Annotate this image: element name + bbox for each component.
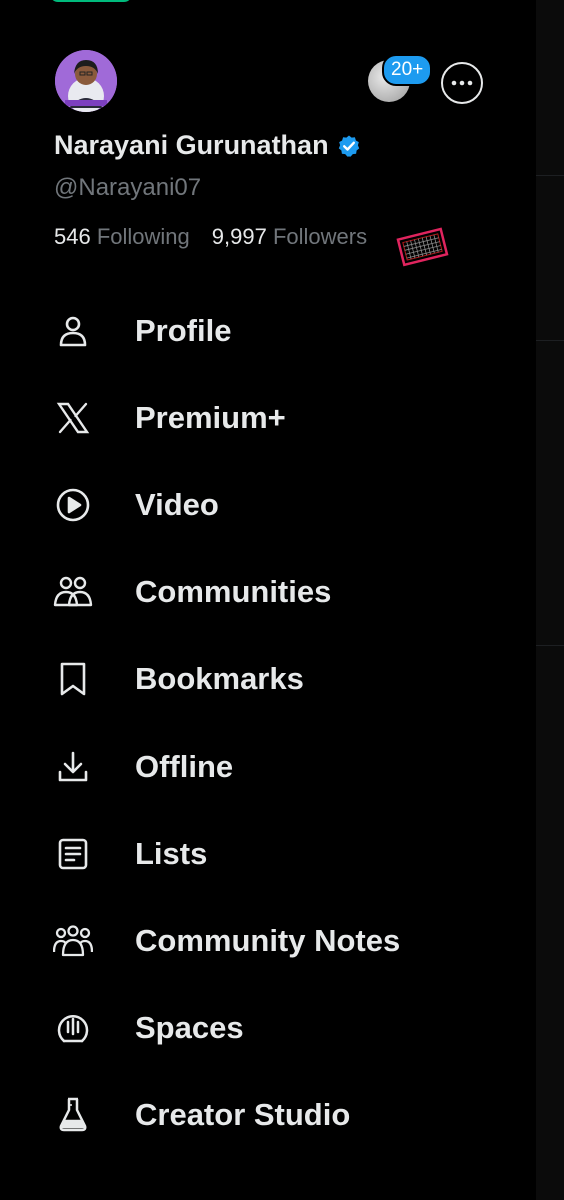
menu-label: Video — [135, 486, 219, 522]
menu-item-profile[interactable]: Profile — [0, 287, 536, 374]
menu-label: Premium+ — [135, 399, 286, 435]
navigation-menu: Profile Premium+ Video Communities Bookm… — [0, 287, 536, 1159]
follow-stats: 546 Following 9,997 Followers — [54, 224, 389, 250]
display-name: Narayani Gurunathan — [54, 130, 329, 160]
verified-badge-icon — [338, 135, 359, 157]
spaces-icon — [53, 1008, 93, 1048]
menu-label: Bookmarks — [135, 661, 304, 697]
notification-count-badge: 20+ — [382, 54, 433, 86]
goal-net-icon — [396, 227, 449, 267]
menu-item-video[interactable]: Video — [0, 461, 536, 548]
x-logo-icon — [53, 398, 93, 438]
list-icon — [53, 834, 93, 874]
profile-handle: @Narayani07 — [54, 174, 202, 201]
community-notes-icon — [53, 921, 93, 961]
more-horizontal-icon — [451, 80, 473, 86]
more-options-button[interactable] — [441, 62, 483, 104]
menu-label: Communities — [135, 574, 332, 610]
followers-label: Followers — [272, 224, 368, 249]
following-stat[interactable]: 546 Following — [54, 224, 190, 250]
person-icon — [53, 311, 93, 351]
download-icon — [53, 747, 93, 787]
menu-item-premium[interactable]: Premium+ — [0, 374, 536, 461]
play-circle-icon — [53, 485, 93, 525]
menu-label: Spaces — [135, 1010, 244, 1046]
bookmark-icon — [53, 659, 93, 699]
menu-item-communities[interactable]: Communities — [0, 549, 536, 636]
menu-item-offline[interactable]: Offline — [0, 723, 536, 810]
menu-label: Lists — [135, 835, 208, 871]
menu-item-community-notes[interactable]: Community Notes — [0, 897, 536, 984]
followers-count: 9,997 — [211, 224, 267, 249]
top-status-pill — [50, 0, 132, 2]
menu-item-lists[interactable]: Lists — [0, 810, 536, 897]
followers-stat[interactable]: 9,997 Followers — [212, 224, 367, 250]
background-timeline-edge — [536, 0, 564, 1200]
following-count: 546 — [54, 224, 91, 249]
menu-item-creator-studio[interactable]: Creator Studio — [0, 1072, 536, 1159]
menu-label: Offline — [135, 748, 234, 784]
creator-studio-icon — [53, 1095, 93, 1135]
profile-name-row[interactable]: Narayani Gurunathan — [54, 130, 361, 161]
menu-label: Profile — [135, 312, 232, 348]
avatar[interactable] — [55, 50, 117, 112]
menu-item-spaces[interactable]: Spaces — [0, 985, 536, 1072]
menu-label: Community Notes — [135, 922, 401, 958]
menu-item-bookmarks[interactable]: Bookmarks — [0, 636, 536, 723]
menu-label: Creator Studio — [135, 1097, 351, 1133]
communities-icon — [53, 572, 93, 612]
following-label: Following — [96, 224, 190, 249]
